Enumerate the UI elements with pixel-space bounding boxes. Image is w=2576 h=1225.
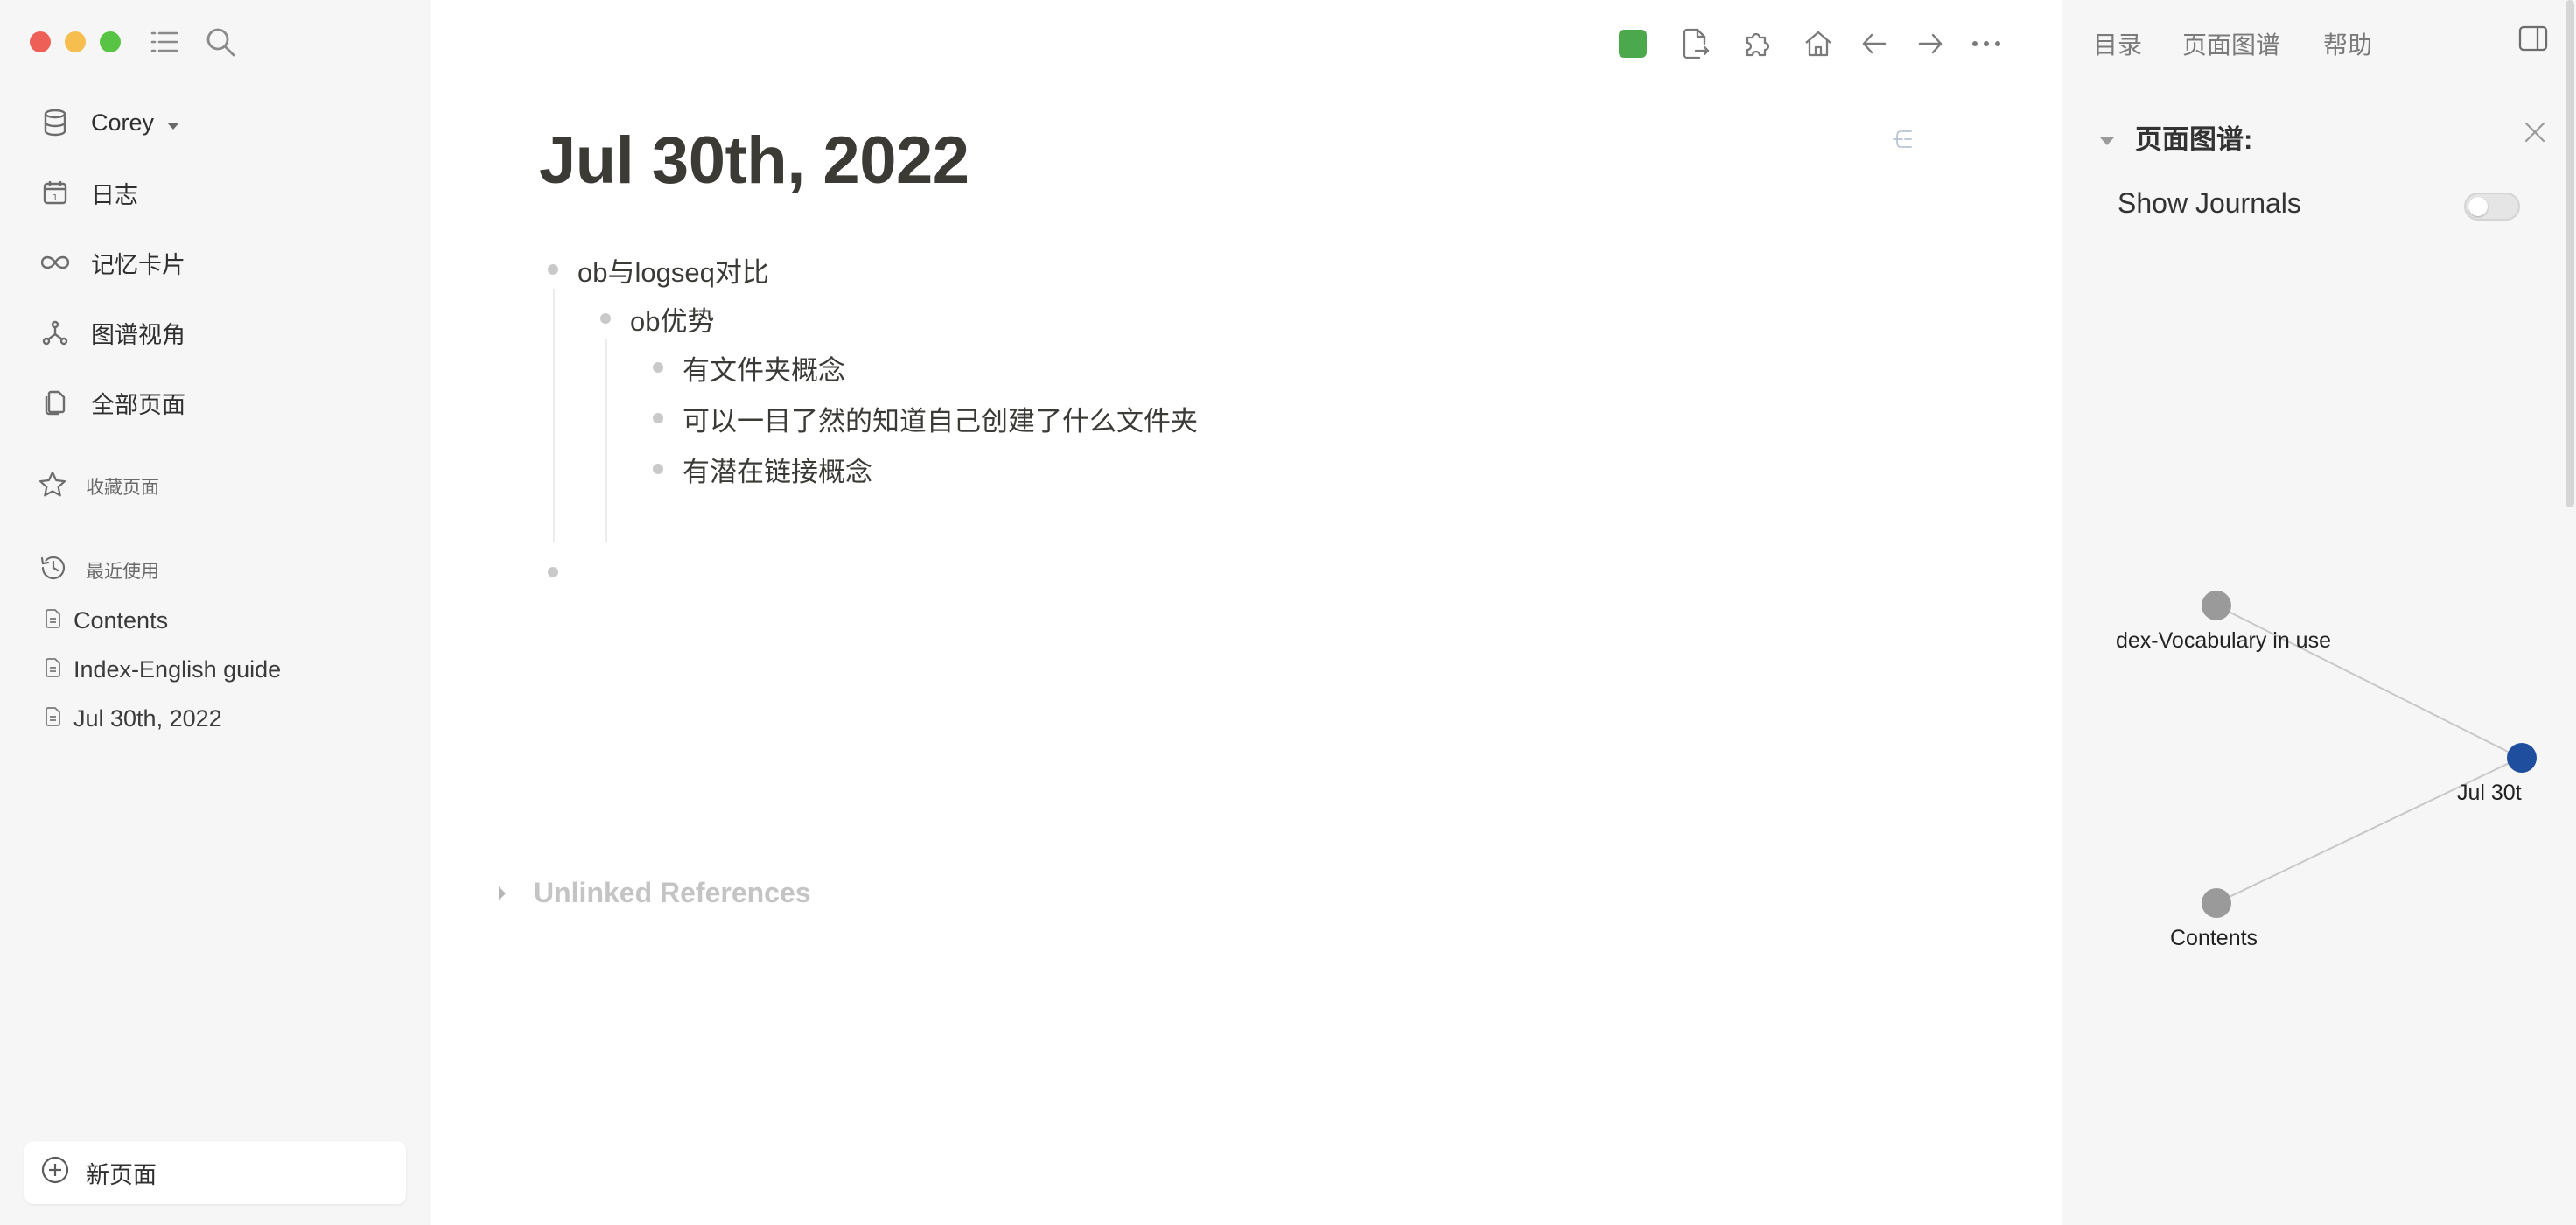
block-empty[interactable] — [548, 551, 578, 593]
sidebar-item-flashcards[interactable]: 记忆卡片 — [38, 236, 186, 289]
block-bullet[interactable] — [600, 313, 611, 324]
block-content[interactable]: ob优势 — [630, 299, 714, 339]
sidebar-item-journals[interactable]: 1 日志 — [38, 166, 138, 219]
calendar-icon: 1 — [38, 176, 72, 209]
infinity-icon — [38, 246, 72, 279]
more-icon[interactable] — [1967, 24, 2006, 63]
sync-status-indicator[interactable] — [1614, 24, 1652, 63]
block-bullet[interactable] — [653, 464, 663, 474]
left-sidebar: Corey 1 日志 记忆卡片 图谱视角 全部页面 收藏页面 最近使用 Cont… — [0, 0, 430, 1225]
recent-item-label: Jul 30th, 2022 — [74, 705, 222, 732]
block-bullet[interactable] — [548, 567, 558, 578]
block[interactable]: 可以一目了然的知道自己创建了什么文件夹 — [653, 397, 1198, 439]
graph-icon — [38, 316, 72, 349]
sidebar-item-label: 日志 — [91, 181, 138, 208]
recent-label: 最近使用 — [86, 562, 159, 582]
page-title[interactable]: Jul 30th, 2022 — [539, 122, 970, 199]
block-content[interactable]: ob与logseq对比 — [578, 250, 769, 290]
home-icon[interactable] — [1799, 24, 1838, 63]
recent-item-label: Contents — [74, 607, 169, 634]
page-icon — [46, 656, 61, 683]
graph-name: Corey — [91, 108, 155, 136]
caret-right-icon — [497, 877, 508, 909]
indent-guide — [553, 289, 555, 542]
block-bullet[interactable] — [548, 264, 558, 275]
main-content: Jul 30th, 2022 ob与logseq对比 ob优势 有文件夹概念 可… — [430, 0, 2062, 1225]
recent-item-label: Index-English guide — [74, 656, 282, 682]
graph-node-current[interactable] — [2507, 743, 2537, 773]
page-icon — [46, 607, 61, 634]
block-content[interactable]: 有潜在链接概念 — [682, 450, 872, 489]
close-window-button[interactable] — [30, 32, 51, 52]
page-graph-canvas[interactable] — [2062, 0, 2576, 1225]
sidebar-item-label: 记忆卡片 — [91, 251, 186, 278]
block-bullet[interactable] — [653, 413, 663, 424]
sidebar-item-label: 全部页面 — [91, 391, 186, 418]
block[interactable]: ob优势 — [600, 298, 714, 340]
right-sidebar: 目录 页面图谱 帮助 页面图谱: Show Journals dex-Vocab… — [2062, 0, 2576, 1225]
graph-node[interactable] — [2202, 888, 2231, 918]
unlinked-references-toggle[interactable]: Unlinked References — [497, 877, 811, 909]
graph-node-label[interactable]: dex-Vocabulary in use — [2116, 628, 2331, 654]
chevron-down-icon — [166, 109, 180, 136]
block-content[interactable]: 有文件夹概念 — [682, 348, 845, 388]
star-icon — [38, 471, 66, 502]
database-icon — [38, 106, 72, 139]
sidebar-item-label: 图谱视角 — [91, 321, 186, 348]
unlinked-references-label: Unlinked References — [534, 877, 811, 908]
svg-text:1: 1 — [52, 193, 58, 203]
graph-node-label[interactable]: Contents — [2170, 926, 2258, 951]
sidebar-item-all-pages[interactable]: 全部页面 — [38, 376, 186, 429]
favorites-header[interactable]: 收藏页面 — [38, 471, 159, 502]
graph-node[interactable] — [2202, 591, 2231, 620]
history-icon — [38, 555, 66, 586]
block[interactable]: ob与logseq对比 — [548, 248, 769, 290]
new-page-button[interactable]: 新页面 — [24, 1141, 406, 1204]
outline-icon[interactable] — [1892, 128, 1914, 155]
scrollbar[interactable] — [2566, 0, 2574, 508]
search-icon[interactable] — [203, 24, 238, 60]
minimize-window-button[interactable] — [65, 32, 86, 52]
back-arrow-icon[interactable] — [1855, 24, 1894, 63]
block-bullet[interactable] — [653, 362, 663, 373]
plugin-icon[interactable] — [1738, 24, 1776, 63]
new-page-label: 新页面 — [86, 1161, 157, 1188]
forward-arrow-icon[interactable] — [1911, 24, 1950, 63]
indent-guide — [606, 340, 607, 542]
favorites-label: 收藏页面 — [86, 478, 159, 498]
sync-status-square — [1619, 30, 1647, 58]
export-icon[interactable] — [1676, 24, 1715, 63]
sidebar-item-graph-view[interactable]: 图谱视角 — [38, 306, 186, 359]
graph-edge — [2216, 757, 2521, 904]
graph-node-label[interactable]: Jul 30t — [2457, 780, 2522, 806]
block[interactable]: 有潜在链接概念 — [653, 448, 872, 490]
recent-item[interactable]: Contents — [46, 607, 168, 634]
graph-selector[interactable]: Corey — [38, 96, 180, 149]
recent-item[interactable]: Jul 30th, 2022 — [46, 705, 222, 732]
maximize-window-button[interactable] — [100, 32, 121, 52]
recent-item[interactable]: Index-English guide — [46, 656, 281, 683]
plus-circle-icon — [40, 1155, 70, 1191]
block-content[interactable]: 可以一目了然的知道自己创建了什么文件夹 — [682, 399, 1198, 438]
pages-icon — [38, 386, 72, 419]
block[interactable]: 有文件夹概念 — [653, 346, 845, 388]
recent-header[interactable]: 最近使用 — [38, 555, 159, 586]
menu-icon[interactable] — [147, 24, 182, 60]
page-icon — [46, 705, 61, 732]
